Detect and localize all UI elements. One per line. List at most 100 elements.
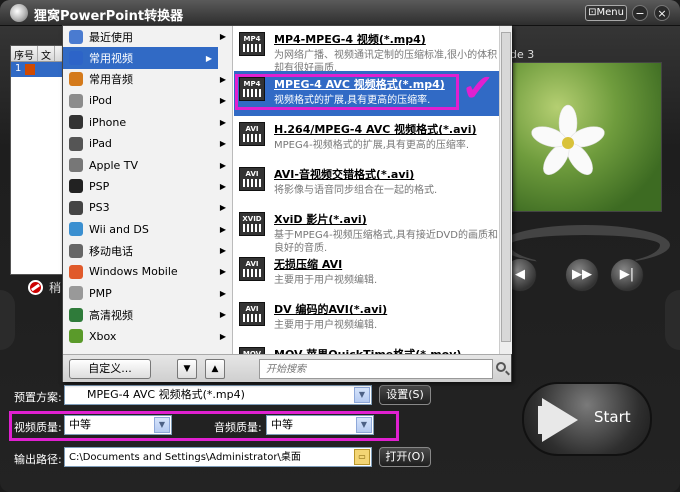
- format-description: MPEG4-视频格式的扩展,具有更高的压缩率.: [274, 140, 470, 151]
- chevron-right-icon: ▶: [219, 246, 226, 256]
- next-icon[interactable]: ▶|: [610, 258, 644, 292]
- category-label: 高清视频: [89, 308, 133, 322]
- search-icon[interactable]: [496, 362, 506, 372]
- format-title: H.264/MPEG-4 AVC 视频格式(*.avi): [274, 123, 477, 136]
- list-toolbar: 稍: [28, 279, 61, 296]
- fast-forward-icon[interactable]: ▶▶: [565, 258, 599, 292]
- category-label: Apple TV: [89, 158, 139, 172]
- left-side-decoration: [0, 290, 15, 350]
- scrollbar-thumb[interactable]: [501, 32, 511, 342]
- format-file-icon: XVID: [239, 212, 265, 236]
- search-box[interactable]: [259, 359, 493, 379]
- scroll-up-icon[interactable]: ▲: [205, 359, 225, 379]
- category-item[interactable]: 常用视频 ▶: [63, 47, 218, 69]
- clock-icon: [69, 29, 83, 44]
- format-item[interactable]: MOV MOV-苹果QuickTime格式(*.mov): [234, 341, 499, 354]
- chevron-right-icon: ▶: [219, 74, 226, 84]
- ps3-icon: [69, 200, 83, 215]
- category-item[interactable]: PMP ▶: [63, 283, 232, 304]
- start-label: Start: [594, 408, 631, 426]
- format-title: 无损压缩 AVI: [274, 258, 343, 271]
- category-item[interactable]: Wii and DS ▶: [63, 219, 232, 240]
- preset-label: 预置方案:: [14, 391, 62, 404]
- format-description: 将影像与语音同步组合在一起的格式.: [274, 185, 438, 196]
- chevron-right-icon: ▶: [219, 224, 226, 234]
- category-item[interactable]: 移动电话 ▶: [63, 240, 232, 261]
- format-title: DV 编码的AVI(*.avi): [274, 303, 388, 316]
- format-item[interactable]: MP4 MP4-MPEG-4 视频(*.mp4) 为网络广播、视频通讯定制的压缩标准…: [234, 26, 499, 74]
- category-item[interactable]: Xbox ▶: [63, 325, 232, 346]
- xbox-icon: [69, 329, 83, 344]
- category-item[interactable]: Apple TV ▶: [63, 154, 232, 175]
- open-button[interactable]: 打开(O): [379, 447, 431, 467]
- ppt-file-icon: [25, 64, 36, 75]
- category-item[interactable]: PS3 ▶: [63, 197, 232, 218]
- search-input[interactable]: [260, 360, 492, 378]
- chevron-right-icon: ▶: [219, 160, 226, 170]
- column-header-file[interactable]: 文: [38, 46, 55, 62]
- format-item[interactable]: AVI H.264/MPEG-4 AVC 视频格式(*.avi) MPEG4-视频格…: [234, 116, 499, 161]
- custom-button[interactable]: 自定义...: [69, 359, 151, 379]
- output-path-field[interactable]: C:\Documents and Settings\Administrator\…: [64, 447, 372, 467]
- category-item[interactable]: Windows Mobile ▶: [63, 261, 232, 282]
- scroll-down-icon[interactable]: ▼: [177, 359, 197, 379]
- column-header-index[interactable]: 序号: [11, 46, 38, 62]
- title-bar: 狸窝PowerPoint转换器 ⊡Menu − ×: [0, 0, 680, 26]
- quality-highlight-box: [9, 411, 399, 441]
- category-label: 常用视频: [89, 52, 133, 66]
- remove-icon[interactable]: [28, 280, 43, 295]
- format-file-icon: AVI: [239, 167, 265, 191]
- file-list[interactable]: 序号 文 1: [10, 45, 70, 275]
- category-item[interactable]: 常用音频 ▶: [63, 69, 232, 90]
- chevron-right-icon: ▶: [219, 288, 226, 298]
- chevron-right-icon: ▶: [219, 310, 226, 320]
- app-title: 狸窝PowerPoint转换器: [34, 9, 184, 24]
- partial-label: 稍: [49, 281, 62, 295]
- chevron-right-icon: ▶: [205, 53, 212, 63]
- table-row[interactable]: 1: [11, 62, 69, 77]
- format-title: AVI-音视频交错格式(*.avi): [274, 168, 415, 181]
- chevron-right-icon: ▶: [219, 203, 226, 213]
- category-label: 常用音频: [89, 73, 133, 87]
- format-file-icon: AVI: [239, 257, 265, 281]
- format-file-icon: AVI: [239, 122, 265, 146]
- settings-button[interactable]: 设置(S): [379, 385, 431, 405]
- start-button[interactable]: Start: [522, 382, 652, 456]
- category-item[interactable]: 高清视频 ▶: [63, 304, 232, 325]
- folder-icon[interactable]: ▭: [354, 449, 370, 465]
- format-item[interactable]: XVID XviD 影片(*.avi) 基于MPEG4-视频压缩格式,具有接近DVD…: [234, 206, 499, 254]
- hd-icon: [69, 307, 83, 322]
- category-list: 最近使用 ▶ 常用视频 ▶ 常用音频 ▶ iPod ▶ iPhone ▶ iPad ▶ Apple TV…: [63, 26, 233, 354]
- pmp-icon: [69, 286, 83, 301]
- category-item[interactable]: PSP ▶: [63, 176, 232, 197]
- app-window: 狸窝PowerPoint转换器 ⊡Menu − × 序号 文 1 稍 de 3: [0, 0, 680, 492]
- category-item[interactable]: 最近使用 ▶: [63, 26, 232, 47]
- checkmark-icon: ✔: [462, 66, 494, 110]
- preview-slide-label: de 3: [510, 48, 535, 61]
- format-title: MP4-MPEG-4 视频(*.mp4): [274, 33, 426, 46]
- format-item[interactable]: AVI 无损压缩 AVI 主要用于用户视频编辑.: [234, 251, 499, 296]
- chevron-down-icon[interactable]: ▼: [354, 387, 370, 403]
- close-icon[interactable]: ×: [654, 5, 670, 21]
- preset-select[interactable]: MPEG-4 AVC 视频格式(*.mp4) ▼: [64, 385, 372, 405]
- chevron-right-icon: ▶: [219, 181, 226, 191]
- format-description: 主要用于用户视频编辑.: [274, 275, 378, 286]
- right-side-decoration: [665, 290, 680, 350]
- minimize-icon[interactable]: −: [632, 5, 648, 21]
- format-file-icon: MP4: [239, 32, 265, 56]
- preview-image: [512, 62, 662, 212]
- category-label: Windows Mobile: [89, 265, 178, 279]
- appletv-icon: [69, 158, 83, 173]
- format-item[interactable]: AVI DV 编码的AVI(*.avi) 主要用于用户视频编辑.: [234, 296, 499, 341]
- psp-icon: [69, 179, 83, 194]
- category-item[interactable]: iPod ▶: [63, 90, 232, 111]
- category-label: Wii and DS: [89, 222, 149, 236]
- format-scrollbar[interactable]: [499, 26, 512, 354]
- output-path-label: 输出路径:: [14, 453, 62, 466]
- preset-value: MPEG-4 AVC 视频格式(*.mp4): [87, 388, 245, 401]
- category-item[interactable]: iPad ▶: [63, 133, 232, 154]
- menu-button[interactable]: ⊡Menu: [585, 5, 627, 21]
- category-item[interactable]: iPhone ▶: [63, 112, 232, 133]
- category-label: 最近使用: [89, 30, 133, 44]
- format-item[interactable]: AVI AVI-音视频交错格式(*.avi) 将影像与语音同步组合在一起的格式.: [234, 161, 499, 206]
